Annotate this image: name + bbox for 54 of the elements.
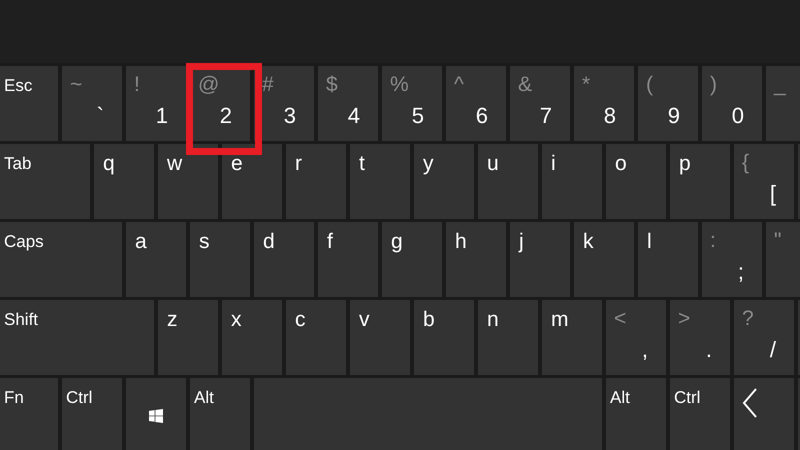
key[interactable]: n	[478, 300, 538, 375]
key[interactable]: Ctrl	[62, 378, 122, 450]
key[interactable]: ? /	[734, 300, 794, 375]
key[interactable]: s	[190, 222, 250, 297]
key[interactable]: ^ 6	[446, 66, 506, 141]
key[interactable]: f	[318, 222, 378, 297]
key[interactable]: r	[286, 144, 346, 219]
key[interactable]: p	[670, 144, 730, 219]
key[interactable]: m	[542, 300, 602, 375]
key[interactable]: _	[766, 66, 800, 141]
key[interactable]: < ,	[606, 300, 666, 375]
key[interactable]: Alt	[190, 378, 250, 450]
key[interactable]: * 8	[574, 66, 634, 141]
key[interactable]: ) 0	[702, 66, 762, 141]
key[interactable]: Fn	[0, 378, 58, 450]
key[interactable]: Alt	[606, 378, 666, 450]
key[interactable]: ~ `	[62, 66, 122, 141]
key[interactable]: > .	[670, 300, 730, 375]
key[interactable]: c	[286, 300, 346, 375]
key[interactable]: : ;	[702, 222, 762, 297]
key[interactable]: { [	[734, 144, 794, 219]
key[interactable]: w	[158, 144, 218, 219]
key[interactable]: k	[574, 222, 634, 297]
chevron-left-icon	[742, 388, 758, 418]
key[interactable]: Caps	[0, 222, 122, 297]
key[interactable]: % 5	[382, 66, 442, 141]
key[interactable]: y	[414, 144, 474, 219]
key[interactable]: a	[126, 222, 186, 297]
key[interactable]: h	[446, 222, 506, 297]
key[interactable]: b	[414, 300, 474, 375]
key[interactable]: Esc	[0, 66, 58, 141]
key[interactable]: o	[606, 144, 666, 219]
windows-logo-icon	[149, 409, 163, 423]
key[interactable]: x	[222, 300, 282, 375]
key[interactable]: q	[94, 144, 154, 219]
key[interactable]: Tab	[0, 144, 90, 219]
key[interactable]	[126, 378, 186, 450]
key[interactable]: u	[478, 144, 538, 219]
key[interactable]: g	[382, 222, 442, 297]
key[interactable]: d	[254, 222, 314, 297]
key[interactable]: i	[542, 144, 602, 219]
key[interactable]: ( 9	[638, 66, 698, 141]
key[interactable]: v	[350, 300, 410, 375]
key[interactable]: ! 1	[126, 66, 186, 141]
key[interactable]: l	[638, 222, 698, 297]
key[interactable]: "	[766, 222, 800, 297]
key[interactable]: Shift	[0, 300, 154, 375]
key[interactable]: $ 4	[318, 66, 378, 141]
key[interactable]: Ctrl	[670, 378, 730, 450]
key[interactable]: & 7	[510, 66, 570, 141]
key[interactable]: z	[158, 300, 218, 375]
key[interactable]: e	[222, 144, 282, 219]
key[interactable]: t	[350, 144, 410, 219]
key[interactable]: j	[510, 222, 570, 297]
